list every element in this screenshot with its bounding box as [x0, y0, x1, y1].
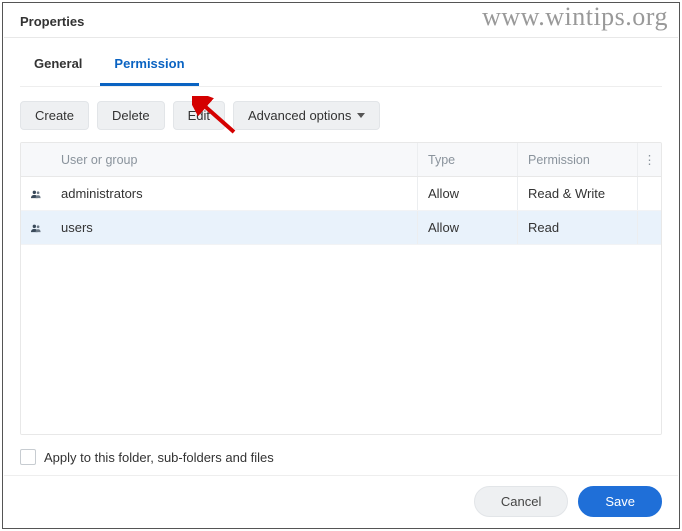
cell-more [637, 177, 661, 210]
cell-user: users [51, 211, 417, 244]
table-row[interactable]: users Allow Read [21, 211, 661, 245]
cell-user: administrators [51, 177, 417, 210]
table-header: User or group Type Permission ⋮ [21, 143, 661, 177]
column-permission[interactable]: Permission [517, 143, 637, 176]
table-body: administrators Allow Read & Write [21, 177, 661, 434]
content-area: General Permission Create Delete Edit Ad… [4, 38, 678, 475]
group-icon [21, 177, 51, 210]
apply-label: Apply to this folder, sub-folders and fi… [44, 450, 274, 465]
tab-general[interactable]: General [20, 44, 96, 86]
chevron-down-icon [357, 113, 365, 118]
cell-more [637, 211, 661, 244]
column-type[interactable]: Type [417, 143, 517, 176]
column-icon [21, 143, 51, 176]
advanced-options-label: Advanced options [248, 108, 351, 123]
edit-button[interactable]: Edit [173, 101, 225, 130]
action-bar: Cancel Save [4, 475, 678, 527]
cell-permission: Read & Write [517, 177, 637, 210]
cell-type: Allow [417, 211, 517, 244]
save-button[interactable]: Save [578, 486, 662, 517]
cancel-button[interactable]: Cancel [474, 486, 568, 517]
permission-table: User or group Type Permission ⋮ ad [20, 142, 662, 435]
cell-type: Allow [417, 177, 517, 210]
cell-permission: Read [517, 211, 637, 244]
apply-checkbox-row[interactable]: Apply to this folder, sub-folders and fi… [20, 449, 662, 465]
toolbar: Create Delete Edit Advanced options [20, 87, 662, 142]
column-more-icon[interactable]: ⋮ [637, 143, 661, 176]
window-title: Properties [4, 4, 678, 38]
delete-button[interactable]: Delete [97, 101, 165, 130]
group-icon [21, 211, 51, 244]
table-row[interactable]: administrators Allow Read & Write [21, 177, 661, 211]
properties-window: Properties General Permission Create Del… [4, 4, 678, 527]
users-group-icon [31, 187, 41, 201]
footer-options: Apply to this folder, sub-folders and fi… [20, 435, 662, 475]
apply-checkbox[interactable] [20, 449, 36, 465]
create-button[interactable]: Create [20, 101, 89, 130]
tab-permission[interactable]: Permission [100, 44, 198, 86]
column-user[interactable]: User or group [51, 143, 417, 176]
tab-bar: General Permission [20, 44, 662, 87]
users-group-icon [31, 221, 41, 235]
advanced-options-button[interactable]: Advanced options [233, 101, 380, 130]
